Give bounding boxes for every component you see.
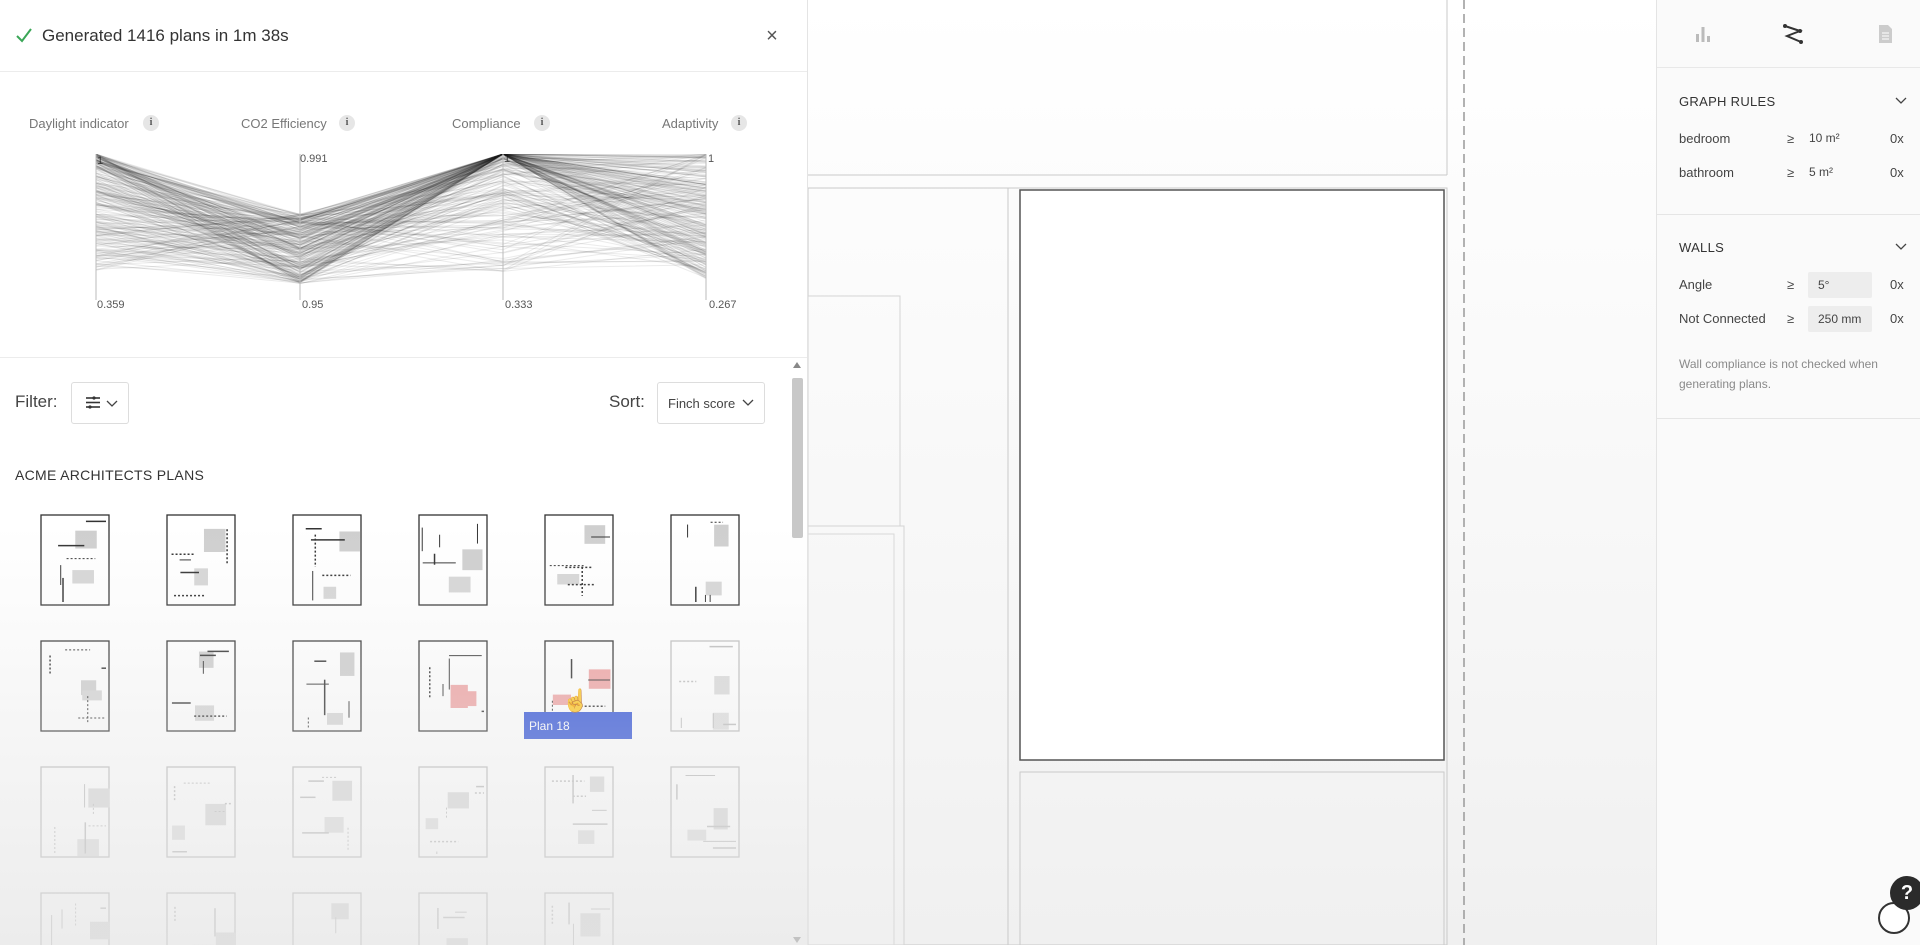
info-icon[interactable]: i xyxy=(339,115,355,131)
plan-thumbnail[interactable] xyxy=(166,640,236,732)
axis-min-adaptivity: 0.267 xyxy=(709,299,737,311)
rule-operator: ≥ xyxy=(1787,277,1795,292)
plan-thumbnail[interactable] xyxy=(40,892,110,945)
rule-value-bedroom[interactable]: 10 m² xyxy=(1809,131,1840,145)
sort-label: Sort: xyxy=(609,392,645,411)
scroll-down-icon[interactable] xyxy=(793,937,801,943)
plans-scrollbar[interactable] xyxy=(790,362,804,945)
plan-thumbnail[interactable] xyxy=(166,766,236,858)
plan-thumbnail[interactable] xyxy=(670,640,740,732)
wall-rule-label-angle: Angle xyxy=(1679,277,1713,292)
plan-thumbnail[interactable] xyxy=(670,766,740,858)
info-icon[interactable]: i xyxy=(731,115,747,131)
rule-count: 0x xyxy=(1890,131,1904,146)
rule-value-bathroom[interactable]: 5 m² xyxy=(1809,165,1833,179)
rule-operator: ≥ xyxy=(1787,165,1795,180)
rule-label-bathroom: bathroom xyxy=(1679,165,1734,180)
plan-thumbnail[interactable] xyxy=(166,892,236,945)
plan-thumbnail[interactable] xyxy=(670,514,740,606)
rule-operator: ≥ xyxy=(1787,131,1795,146)
rule-count: 0x xyxy=(1890,277,1904,292)
info-icon[interactable]: i xyxy=(534,115,550,131)
chevron-down-icon[interactable] xyxy=(1895,243,1907,251)
metric-label-co2: CO2 Efficiency xyxy=(241,116,327,131)
metric-label-adaptivity: Adaptivity xyxy=(662,116,719,131)
plan-thumbnail[interactable] xyxy=(418,640,488,732)
panel-tabs xyxy=(1657,0,1920,68)
plan-thumbnail[interactable] xyxy=(292,514,362,606)
generation-header: Generated 1416 plans in 1m 38s × xyxy=(0,0,807,72)
filter-label: Filter: xyxy=(15,392,58,411)
plan-thumbnail[interactable] xyxy=(40,766,110,858)
plan-hover-label: Plan 18 xyxy=(524,712,632,739)
hand-cursor-icon: ☝ xyxy=(562,688,590,713)
help-button[interactable]: ? xyxy=(1890,876,1920,910)
wall-rule-label-not-connected: Not Connected xyxy=(1679,311,1766,326)
metrics-chart: Daylight indicator i CO2 Efficiency i Co… xyxy=(0,72,807,358)
plan-thumbnail[interactable] xyxy=(418,514,488,606)
rule-operator: ≥ xyxy=(1787,311,1795,326)
parallel-coordinates-plot[interactable] xyxy=(90,154,710,300)
plan-thumbnail[interactable] xyxy=(292,640,362,732)
plan-thumbnail[interactable] xyxy=(544,892,614,945)
plan-thumbnail[interactable] xyxy=(292,766,362,858)
rule-count: 0x xyxy=(1890,311,1904,326)
generation-panel: Generated 1416 plans in 1m 38s × Dayligh… xyxy=(0,0,808,945)
plan-thumbnail[interactable] xyxy=(418,892,488,945)
bar-chart-icon[interactable] xyxy=(1691,22,1715,46)
graph-rules-icon[interactable] xyxy=(1781,22,1805,46)
plans-section-title: ACME ARCHITECTS PLANS xyxy=(15,467,205,483)
plan-thumbnail[interactable] xyxy=(166,514,236,606)
rule-label-bedroom: bedroom xyxy=(1679,131,1731,146)
not-connected-input[interactable]: 250 mm xyxy=(1808,306,1872,332)
rule-count: 0x xyxy=(1890,165,1904,180)
check-icon xyxy=(16,28,32,43)
plan-thumbnail[interactable] xyxy=(544,766,614,858)
plan-thumbnail[interactable] xyxy=(292,892,362,945)
axis-min-compliance: 0.333 xyxy=(505,299,533,311)
scroll-up-icon[interactable] xyxy=(793,362,801,368)
metric-label-daylight: Daylight indicator xyxy=(29,116,129,131)
graph-rules-title[interactable]: GRAPH RULES xyxy=(1679,94,1776,109)
metric-label-compliance: Compliance xyxy=(452,116,521,131)
walls-title[interactable]: WALLS xyxy=(1679,240,1724,255)
close-button[interactable]: × xyxy=(762,24,782,48)
chevron-down-icon[interactable] xyxy=(1895,97,1907,105)
rules-panel: GRAPH RULES bedroom ≥ 10 m² 0x bathroom … xyxy=(1656,0,1920,945)
section-divider xyxy=(1657,418,1920,419)
sort-selected-value: Finch score xyxy=(668,396,736,411)
plan-thumbnail[interactable] xyxy=(40,640,110,732)
sort-dropdown[interactable]: Finch score xyxy=(657,382,765,424)
generation-title: Generated 1416 plans in 1m 38s xyxy=(42,26,289,45)
wall-compliance-note: Wall compliance is not checked when gene… xyxy=(1679,357,1878,391)
plan-thumbnail[interactable] xyxy=(40,514,110,606)
filter-sliders-icon xyxy=(86,396,118,409)
document-icon[interactable] xyxy=(1873,22,1897,46)
filter-button[interactable] xyxy=(71,382,129,424)
section-divider xyxy=(1657,214,1920,215)
chevron-down-icon xyxy=(742,399,754,406)
axis-min-daylight: 0.359 xyxy=(97,299,125,311)
scroll-thumb[interactable] xyxy=(792,378,803,538)
plan-thumbnail[interactable] xyxy=(544,514,614,606)
axis-min-co2: 0.95 xyxy=(302,299,324,311)
info-icon[interactable]: i xyxy=(143,115,159,131)
angle-input[interactable]: 5° xyxy=(1808,272,1872,298)
plan-thumbnail[interactable] xyxy=(418,766,488,858)
